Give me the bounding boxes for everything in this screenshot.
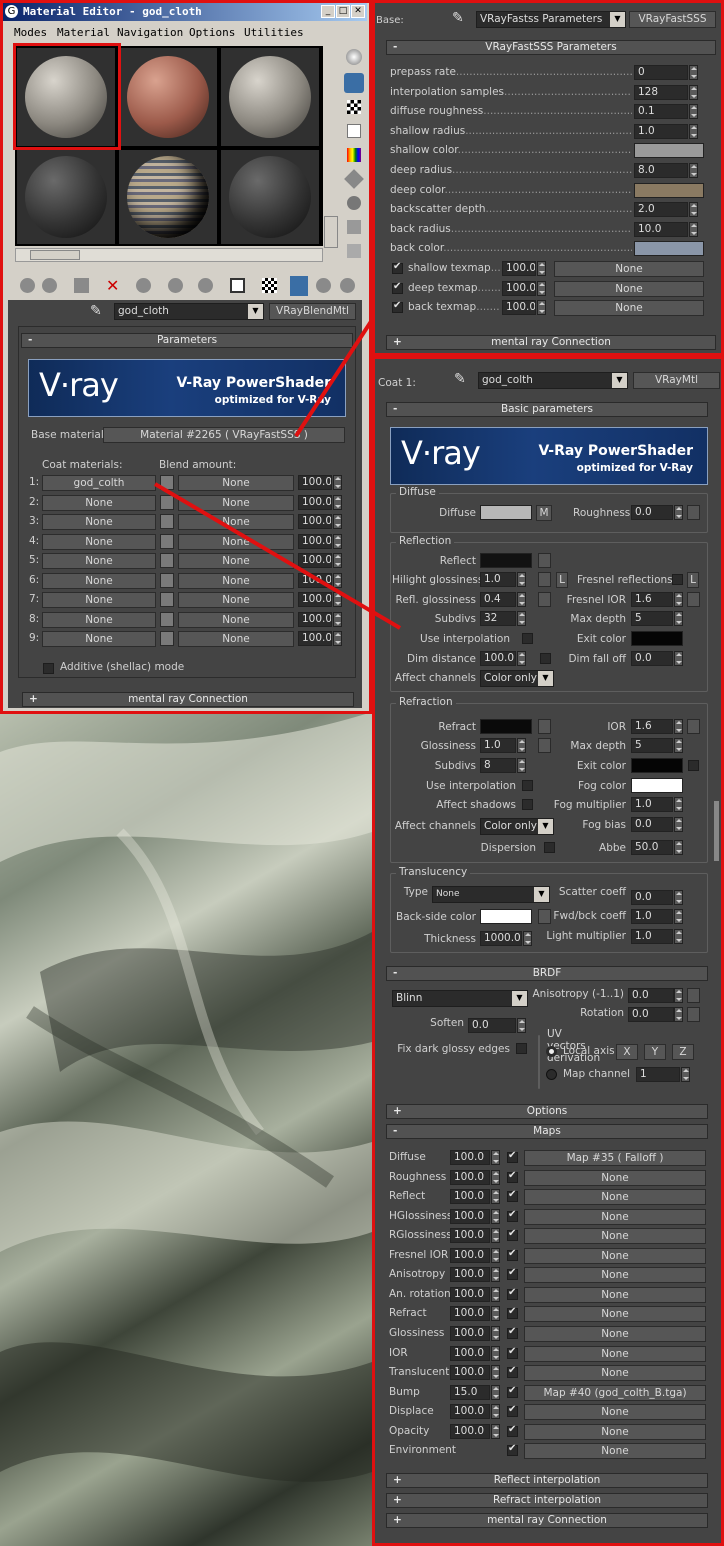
editor-highlight-frame bbox=[0, 0, 372, 714]
sss-highlight-frame bbox=[372, 0, 724, 356]
cloth-render bbox=[0, 712, 372, 1546]
fastsss-panel: Base: ✎ VRayFastss Parameters ▼ VRayFastS… bbox=[372, 0, 724, 356]
coat-highlight-frame bbox=[372, 356, 724, 1546]
coat-panel: Coat 1: ✎ god_colth ▼ VRayMtl - Basic para… bbox=[372, 356, 724, 1546]
material-editor-window: G Material Editor - god_cloth _ □ ✕ Mode… bbox=[0, 0, 372, 714]
